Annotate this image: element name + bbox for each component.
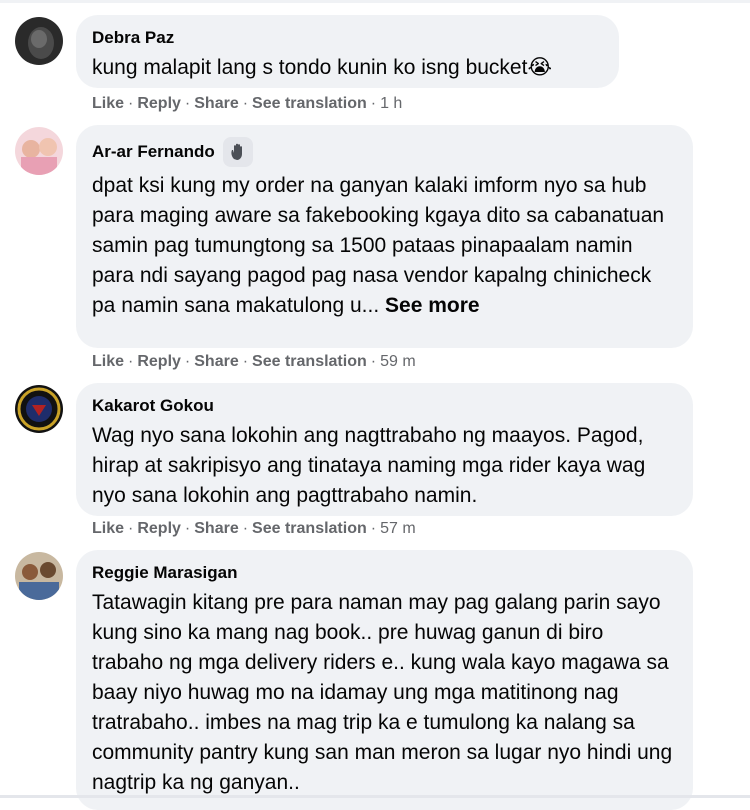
comment-text: kung malapit lang s tondo kunin ko isng … [92,56,552,79]
comment-actions: Like · Reply · Share · See translation · 57 m [92,520,416,537]
comment-bubble: Debra Paz kung malapit lang s tondo kuni… [76,15,619,88]
comment-bubble: Reggie Marasigan Tatawagin kitang pre pa… [76,550,693,810]
avatar-image [15,127,63,175]
see-translation-link[interactable]: See translation [252,95,367,112]
avatar[interactable] [15,385,63,433]
see-more-link[interactable]: See more [385,294,480,317]
avatar-image [15,385,63,433]
reply-button[interactable]: Reply [137,95,181,112]
comment-timestamp[interactable]: 1 h [380,95,402,112]
reply-button[interactable]: Reply [137,353,181,370]
crying-emoji-icon: 😭 [527,56,552,79]
comment-text: Tatawagin kitang pre para naman may pag … [92,591,673,794]
see-translation-link[interactable]: See translation [252,353,367,370]
comment-author[interactable]: Ar-ar Fernando [92,137,677,167]
see-translation-link[interactable]: See translation [252,520,367,537]
avatar-image [15,552,63,600]
comment-actions: Like · Reply · Share · See translation · 1 h [92,95,403,112]
comment-actions: Like · Reply · Share · See translation · 59 m [92,353,416,370]
comment-timestamp[interactable]: 57 m [380,520,416,537]
comment-text: dpat ksi kung my order na ganyan kalaki … [92,174,665,317]
comment-author[interactable]: Debra Paz [92,27,603,49]
top-divider [0,0,750,3]
reply-button[interactable]: Reply [137,520,181,537]
wave-badge-icon [222,137,253,167]
comment-timestamp[interactable]: 59 m [380,353,416,370]
comment-author[interactable]: Reggie Marasigan [92,562,677,584]
share-button[interactable]: Share [194,95,238,112]
avatar[interactable] [15,127,63,175]
avatar[interactable] [15,552,63,600]
comment-bubble: Ar-ar Fernando dpat ksi kung my order na… [76,125,693,348]
like-button[interactable]: Like [92,95,124,112]
comment-text: Wag nyo sana lokohin ang nagttrabaho ng … [92,424,646,507]
avatar-image [15,17,63,65]
comment-bubble: Kakarot Gokou Wag nyo sana lokohin ang n… [76,383,693,516]
avatar[interactable] [15,17,63,65]
like-button[interactable]: Like [92,520,124,537]
comment-author[interactable]: Kakarot Gokou [92,395,677,417]
share-button[interactable]: Share [194,353,238,370]
share-button[interactable]: Share [194,520,238,537]
like-button[interactable]: Like [92,353,124,370]
